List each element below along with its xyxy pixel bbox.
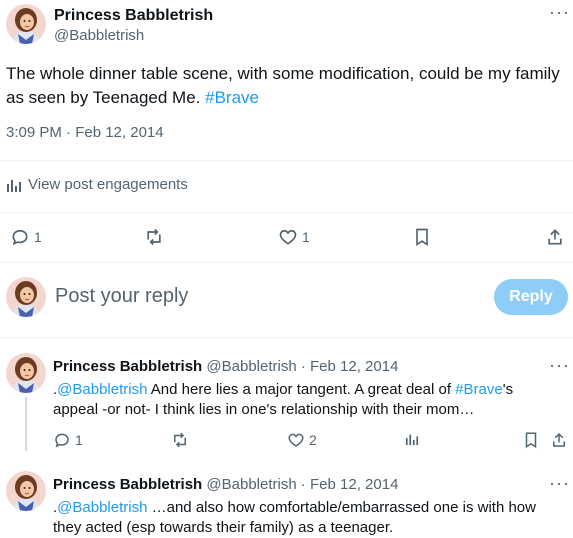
bookmark-button[interactable] bbox=[413, 227, 431, 247]
post-timestamp[interactable]: 3:09 PM · Feb 12, 2014 bbox=[6, 124, 164, 141]
more-options-icon[interactable]: ··· bbox=[549, 473, 570, 494]
author-name[interactable]: Princess Babbletrish bbox=[54, 7, 213, 25]
like-count: 1 bbox=[302, 229, 310, 245]
share-icon bbox=[553, 432, 565, 447]
reply-icon bbox=[12, 229, 28, 246]
avatar[interactable] bbox=[6, 471, 46, 511]
reply-text: .@Babbletrish And here lies a major tang… bbox=[53, 380, 558, 420]
divider bbox=[0, 337, 573, 338]
thread-line bbox=[25, 397, 27, 451]
composer-avatar[interactable] bbox=[6, 277, 46, 317]
reply-date[interactable]: · Feb 12, 2014 bbox=[297, 358, 399, 375]
avatar[interactable] bbox=[6, 4, 46, 44]
heart-icon bbox=[279, 229, 297, 245]
reply-button[interactable]: 1 bbox=[10, 227, 42, 247]
reply-count: 1 bbox=[75, 432, 83, 448]
reply-count: 1 bbox=[34, 229, 42, 245]
analytics-icon bbox=[7, 179, 21, 192]
repost-icon bbox=[147, 228, 161, 246]
analytics-button[interactable] bbox=[405, 432, 419, 446]
reply-submit-button[interactable]: Reply bbox=[494, 279, 568, 315]
like-button[interactable]: 2 bbox=[287, 431, 317, 449]
share-icon bbox=[548, 229, 562, 245]
author-handle[interactable]: @Babbletrish bbox=[54, 27, 144, 44]
view-engagements-label: View post engagements bbox=[28, 176, 188, 193]
post-text: The whole dinner table scene, with some … bbox=[6, 62, 566, 110]
share-button[interactable] bbox=[551, 431, 567, 449]
reply-header: Princess Babbletrish @Babbletrish · Feb … bbox=[53, 476, 398, 493]
reply-input[interactable]: Post your reply bbox=[55, 285, 188, 308]
more-options-icon[interactable]: ··· bbox=[549, 355, 570, 376]
reply-text: .@Babbletrish …and also how comfortable/… bbox=[53, 498, 558, 538]
bookmark-button[interactable] bbox=[523, 431, 539, 449]
like-count: 2 bbox=[309, 432, 317, 448]
reply-date[interactable]: · Feb 12, 2014 bbox=[297, 476, 399, 493]
divider bbox=[0, 262, 573, 263]
post-text-body: The whole dinner table scene, with some … bbox=[6, 64, 560, 107]
reply-header: Princess Babbletrish @Babbletrish · Feb … bbox=[53, 358, 398, 375]
heart-icon bbox=[288, 433, 304, 447]
author-handle[interactable]: @Babbletrish bbox=[206, 358, 296, 375]
avatar[interactable] bbox=[6, 353, 46, 393]
divider bbox=[0, 160, 573, 161]
share-button[interactable] bbox=[546, 227, 564, 247]
hashtag-link[interactable]: #Brave bbox=[205, 88, 259, 107]
mention-link[interactable]: @Babbletrish bbox=[57, 381, 147, 398]
repost-button[interactable] bbox=[170, 431, 190, 449]
repost-icon bbox=[174, 432, 186, 448]
repost-button[interactable] bbox=[143, 227, 165, 247]
analytics-icon bbox=[405, 434, 419, 446]
reply-button[interactable]: 1 bbox=[53, 431, 83, 449]
mention-link[interactable]: @Babbletrish bbox=[57, 499, 147, 516]
bookmark-icon bbox=[525, 432, 537, 449]
author-name[interactable]: Princess Babbletrish bbox=[53, 476, 202, 493]
more-options-icon[interactable]: ··· bbox=[549, 2, 570, 23]
reply-icon bbox=[55, 433, 69, 448]
like-button[interactable]: 1 bbox=[278, 227, 310, 247]
author-name[interactable]: Princess Babbletrish bbox=[53, 358, 202, 375]
view-engagements-link[interactable]: View post engagements bbox=[6, 176, 188, 193]
bookmark-icon bbox=[416, 228, 428, 247]
reply-text-body: And here lies a major tangent. A great d… bbox=[147, 381, 456, 398]
author-handle[interactable]: @Babbletrish bbox=[206, 476, 296, 493]
divider bbox=[0, 212, 573, 213]
hashtag-link[interactable]: #Brave bbox=[455, 381, 503, 398]
